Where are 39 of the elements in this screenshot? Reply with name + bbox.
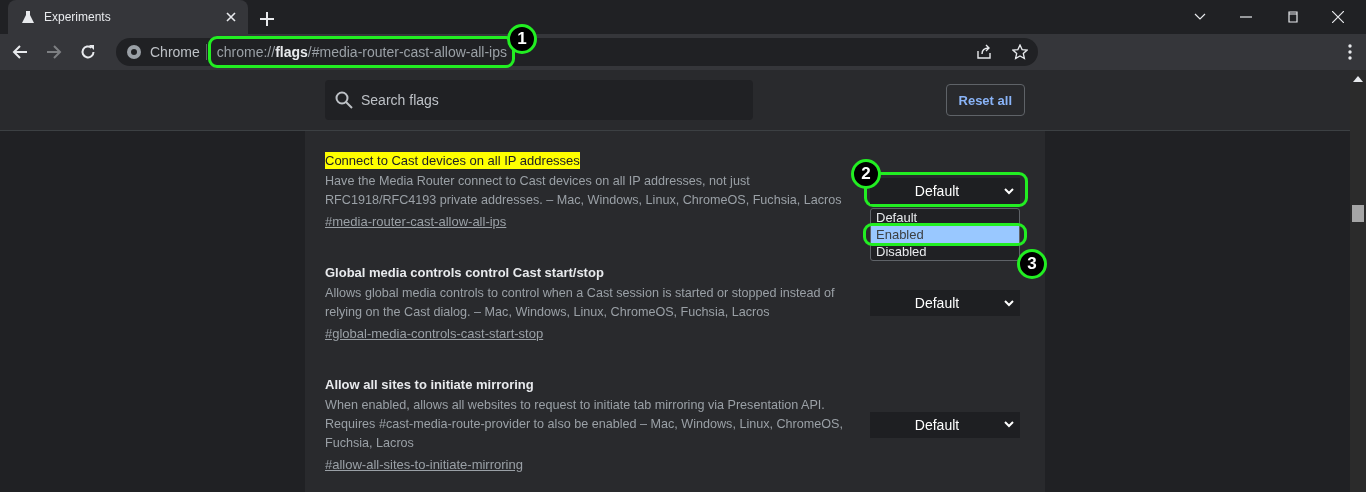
flag-link[interactable]: #media-router-cast-allow-all-ips bbox=[325, 212, 507, 231]
share-icon[interactable] bbox=[976, 44, 992, 60]
dropdown-option[interactable]: Enabled bbox=[871, 226, 1019, 243]
restore-icon[interactable] bbox=[1286, 11, 1298, 23]
chrome-logo-icon[interactable] bbox=[126, 44, 142, 60]
scroll-thumb[interactable] bbox=[1352, 205, 1364, 222]
flag-link[interactable]: #global-media-controls-cast-start-stop bbox=[325, 324, 544, 343]
flag-description: Allows global media controls to control when a Cast session is started or stopped instead of relying on the Cast dialog. – Mac, Windows, Linux, ChromeOS, Fuchsia, Lacros bbox=[325, 285, 836, 321]
new-tab-icon[interactable] bbox=[260, 12, 274, 26]
url-text: chrome://flags/#media-router-cast-allow-all-ips bbox=[216, 44, 507, 60]
menu-icon[interactable] bbox=[1348, 44, 1352, 60]
site-label: Chrome bbox=[150, 44, 207, 60]
step-number: 2 bbox=[851, 159, 881, 189]
star-icon[interactable] bbox=[1012, 44, 1028, 60]
search-field[interactable]: Search flags bbox=[325, 80, 753, 120]
back-icon[interactable] bbox=[12, 44, 28, 60]
forward-icon[interactable] bbox=[46, 44, 62, 60]
close-icon[interactable] bbox=[226, 12, 236, 22]
search-icon[interactable] bbox=[335, 91, 353, 109]
flag-dropdown[interactable]: Default bbox=[870, 411, 1020, 438]
flag-title: Global media controls control Cast start/stop bbox=[325, 264, 604, 281]
scrollbar[interactable] bbox=[1350, 70, 1366, 492]
flag-title: Allow all sites to initiate mirroring bbox=[325, 376, 534, 393]
flask-icon[interactable] bbox=[22, 10, 34, 24]
close-icon[interactable] bbox=[1332, 11, 1344, 23]
dropdown-option[interactable]: Default bbox=[871, 209, 1019, 226]
flag-dropdown[interactable]: Default bbox=[870, 178, 1020, 204]
reload-icon[interactable] bbox=[80, 44, 96, 60]
chevron-down-icon[interactable] bbox=[1194, 13, 1206, 21]
browser-tab[interactable]: Experiments bbox=[8, 0, 248, 34]
scroll-up-icon[interactable] bbox=[1353, 76, 1363, 82]
flag-title: Connect to Cast devices on all IP addresses bbox=[325, 152, 580, 169]
flag-description: When enabled, allows all websites to request to initiate tab mirroring via Presentation API. Requires #cast-media-route-provider to also be enabled – Mac, Windows, Linux, ChromeOS, Fuchsia, Lacros bbox=[325, 397, 844, 452]
dropdown-option[interactable]: Disabled bbox=[871, 243, 1019, 260]
flag-link[interactable]: #allow-all-sites-to-initiate-mirroring bbox=[325, 455, 523, 474]
reset-all-button[interactable]: Reset all bbox=[945, 84, 1025, 116]
flag-description: Have the Media Router connect to Cast devices on all IP addresses, not just RFC1918/RFC4193 private addresses. – Mac, Windows, Linux, ChromeOS, Fuchsia, Lacros bbox=[325, 173, 843, 209]
flag-dropdown[interactable]: Default bbox=[870, 290, 1020, 316]
step-number: 3 bbox=[1017, 249, 1047, 279]
